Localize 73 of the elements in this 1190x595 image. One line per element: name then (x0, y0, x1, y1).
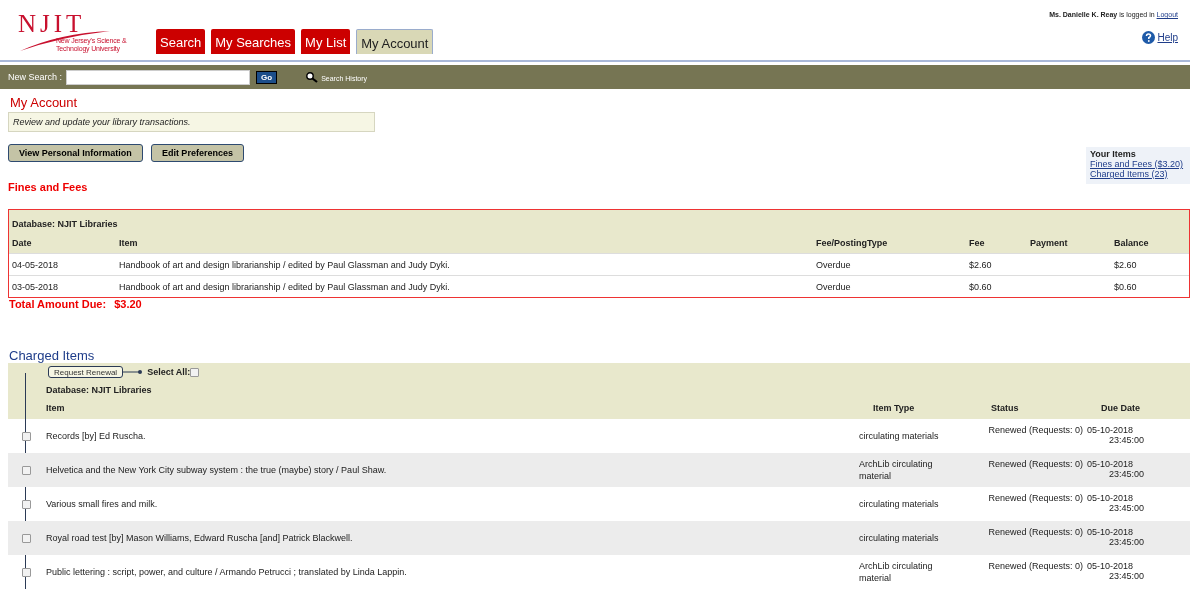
your-items-link[interactable]: Charged Items (23) (1090, 169, 1186, 179)
search-field[interactable] (66, 69, 251, 85)
logo-wordmark: NJIT (18, 10, 86, 38)
nav-tab[interactable]: Search (156, 29, 206, 54)
request-renewal-button[interactable]: Request Renewal (48, 366, 124, 378)
database-label: Database: NJIT Libraries (45, 384, 153, 397)
go-button[interactable]: Go (256, 70, 278, 84)
nav-tab[interactable]: My List (301, 29, 351, 54)
table-cell-text: $0.60 (969, 281, 993, 292)
page-title: My Account (10, 95, 79, 110)
table-cell-text: 05-10-2018 23:45:00 (1087, 458, 1146, 479)
total-label: Total Amount Due: (9, 298, 107, 310)
column-header: Item Type (873, 403, 916, 413)
row-checkbox[interactable] (22, 431, 31, 441)
table-cell-text: $2.60 (969, 259, 993, 270)
page-description: Review and update your library transactions. (8, 112, 375, 132)
account-button[interactable]: Edit Preferences (150, 144, 244, 162)
table-cell-text: Various small fires and milk. (45, 499, 159, 509)
table-cell-text: circulating materials (859, 498, 940, 510)
table-cell-text: Handbook of art and design librarianship / edited by Paul Glassman and Judy Dyki. (119, 281, 451, 292)
help-link[interactable]: Help (1157, 32, 1178, 43)
table-cell-text: Handbook of art and design librarianship / edited by Paul Glassman and Judy Dyki. (119, 259, 451, 270)
column-header: Date (12, 238, 33, 248)
table-cell-text: circulating materials (859, 532, 940, 544)
column-header: Fee (969, 238, 986, 248)
table-cell-text: Overdue (816, 281, 852, 292)
column-header: Item (46, 403, 66, 413)
table-cell-text: $2.60 (1114, 259, 1138, 270)
table-cell-text: Renewed (Requests: 0) (987, 492, 1084, 503)
connector-line (123, 369, 144, 375)
row-checkbox[interactable] (22, 533, 31, 543)
nav-tab[interactable]: My Searches (211, 29, 296, 54)
table-cell-text: Overdue (816, 259, 852, 270)
table-cell-text: Renewed (Requests: 0) (987, 458, 1084, 469)
table-cell-text: Renewed (Requests: 0) (987, 526, 1084, 537)
column-header: Due Date (1101, 403, 1141, 413)
table-cell-text: $0.60 (1114, 281, 1138, 292)
column-header: Status (991, 403, 1020, 413)
nav-tab[interactable]: My Account (356, 29, 434, 54)
row-checkbox[interactable] (22, 465, 31, 475)
table-cell-text: 05-10-2018 23:45:00 (1087, 526, 1146, 547)
select-all-label: Select All: (147, 367, 191, 377)
table-cell-text: Public lettering : script, power, and culture / Armando Petrucci ; translated by Linda Lappin. (45, 567, 408, 577)
help-icon (1142, 31, 1156, 44)
table-cell-text: Renewed (Requests: 0) (987, 424, 1084, 435)
row-checkbox[interactable] (22, 499, 31, 509)
total-amount: $3.20 (114, 298, 142, 310)
select-all-checkbox[interactable] (190, 367, 200, 377)
table-cell-text: ArchLib circulating material (859, 560, 934, 584)
table-cell-text: 05-10-2018 23:45:00 (1087, 492, 1146, 513)
section-title: Charged Items (9, 348, 96, 363)
panel-title: Your Items (1090, 149, 1137, 159)
table-cell-text: Royal road test [by] Mason Williams, Edward Ruscha [and] Patrick Blackwell. (45, 533, 354, 543)
table-cell-text: 05-10-2018 23:45:00 (1087, 560, 1146, 581)
account-button[interactable]: View Personal Information (8, 144, 143, 162)
database-label: Database: NJIT Libraries (9, 210, 1189, 233)
column-header: Fee/PostingType (816, 238, 889, 248)
section-title: Fines and Fees (8, 181, 89, 193)
table-cell-text: Renewed (Requests: 0) (987, 560, 1084, 571)
table-cell-text: 03-05-2018 (12, 281, 60, 292)
magnifier-icon (305, 71, 320, 83)
table-cell-text: ArchLib circulating material (859, 458, 934, 482)
column-header: Item (119, 238, 139, 248)
row-checkbox[interactable] (22, 567, 31, 577)
search-label: New Search : (8, 72, 63, 82)
table-cell-text: 05-10-2018 23:45:00 (1087, 424, 1146, 445)
table-cell-text: Records [by] Ed Ruscha. (45, 431, 147, 441)
your-items-link[interactable]: Fines and Fees ($3.20) (1090, 159, 1186, 169)
column-header: Balance (1114, 238, 1150, 248)
table-cell-text: Helvetica and the New York City subway system : the true (maybe) story / Paul Shaw. (45, 465, 388, 475)
column-header: Payment (1030, 238, 1069, 248)
table-cell-text: circulating materials (859, 430, 940, 442)
table-cell-text: 04-05-2018 (12, 259, 60, 270)
